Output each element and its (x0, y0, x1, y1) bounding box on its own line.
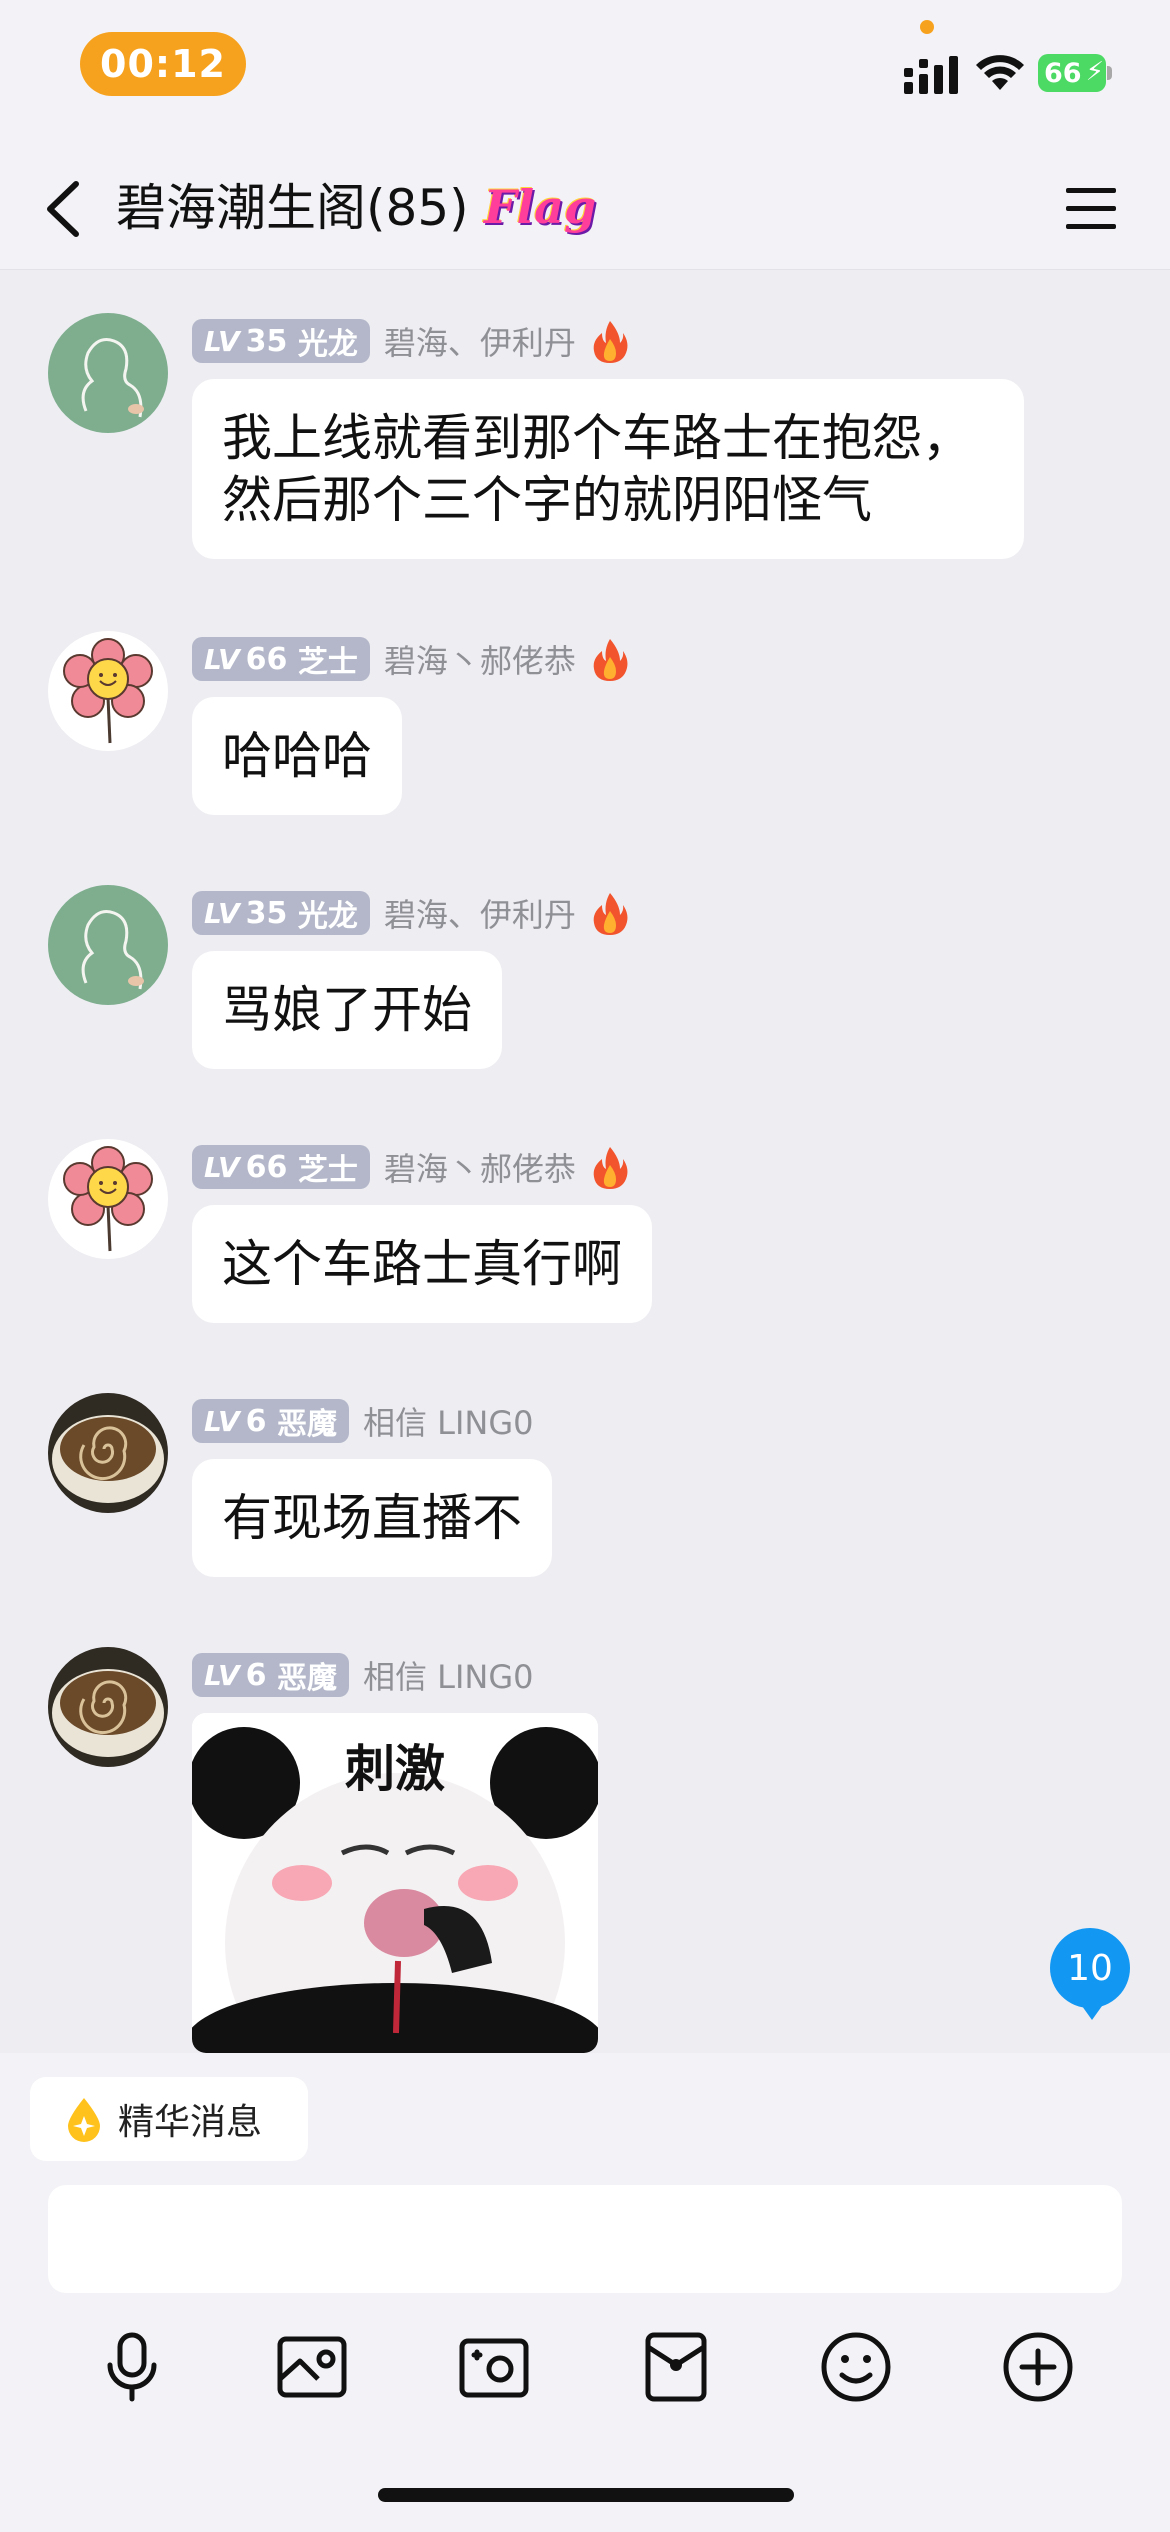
mic-in-use-indicator (920, 20, 934, 34)
fire-icon (593, 893, 628, 935)
level-badge: LV 66 芝士 (192, 637, 370, 681)
status-bar: 00:12 66 ⚡ (0, 0, 1170, 140)
message-text-line: 我上线就看到那个车路士在抱怨， (222, 409, 972, 467)
message-bubble[interactable]: 哈哈哈 (192, 697, 402, 815)
level-number: 35 (245, 323, 288, 359)
message-bubble[interactable]: 这个车路士真行啊 (192, 1205, 652, 1323)
cellular-signal-icon (904, 56, 958, 94)
sticker-image[interactable]: 刺激 (192, 1713, 598, 2053)
coffee-cup-avatar-icon (48, 1647, 168, 1767)
chalk-portrait-avatar-icon (48, 885, 168, 1005)
sender-name[interactable]: 碧海丶郝佬恭 (384, 1144, 576, 1190)
fire-icon (593, 321, 628, 363)
add-icon[interactable] (1000, 2329, 1076, 2405)
home-indicator[interactable] (378, 2488, 794, 2502)
level-number: 35 (245, 895, 288, 931)
camera-icon[interactable] (456, 2329, 532, 2405)
sender-name[interactable]: 碧海丶郝佬恭 (384, 636, 576, 682)
level-prefix: LV (204, 896, 240, 930)
level-title: 恶魔 (276, 1661, 337, 1696)
message-bubble[interactable]: 骂娘了开始 (192, 951, 502, 1069)
level-number: 66 (245, 1149, 288, 1185)
input-panel: 精华消息 (0, 2053, 1170, 2532)
level-prefix: LV (204, 642, 240, 676)
unread-count-badge[interactable]: 10 (1050, 1928, 1130, 2020)
level-prefix: LV (204, 1150, 240, 1184)
chalk-portrait-avatar-icon (48, 313, 168, 433)
message-input[interactable] (48, 2185, 1122, 2293)
level-title: 芝士 (297, 1153, 358, 1188)
level-prefix: LV (204, 1404, 240, 1438)
battery-indicator: 66 ⚡ (1038, 54, 1112, 92)
battery-level: 66 (1044, 57, 1082, 89)
level-badge: LV 35 光龙 (192, 891, 370, 935)
level-badge: LV 6 恶魔 (192, 1399, 349, 1443)
level-number: 6 (245, 1403, 267, 1439)
avatar[interactable] (48, 631, 168, 751)
fire-icon (593, 639, 628, 681)
level-badge: LV 66 芝士 (192, 1145, 370, 1189)
sender-name[interactable]: 相信 LING0 (363, 1652, 534, 1698)
avatar[interactable] (48, 1139, 168, 1259)
message-list[interactable]: LV 35 光龙 碧海、伊利丹 我上线就看到那个车路士在抱怨， 然后那个三个字的… (0, 271, 1170, 2053)
message-bubble[interactable]: 我上线就看到那个车路士在抱怨， 然后那个三个字的就阴阳怪气 (192, 379, 1024, 559)
level-title: 光龙 (297, 899, 358, 934)
sender-meta: LV 66 芝士 碧海丶郝佬恭 (192, 1143, 630, 1191)
essence-label: 精华消息 (118, 2102, 263, 2143)
avatar[interactable] (48, 313, 168, 433)
flame-drop-icon (68, 2098, 100, 2142)
chevron-left-icon[interactable] (40, 178, 86, 240)
sender-meta: LV 66 芝士 碧海丶郝佬恭 (192, 635, 630, 683)
avatar[interactable] (48, 885, 168, 1005)
sender-name[interactable]: 相信 LING0 (363, 1398, 534, 1444)
emoji-icon[interactable] (818, 2329, 894, 2405)
level-prefix: LV (204, 1658, 240, 1692)
sender-name[interactable]: 碧海、伊利丹 (384, 890, 576, 936)
level-prefix: LV (204, 324, 240, 358)
sender-meta: LV 6 恶魔 相信 LING0 (192, 1651, 534, 1699)
red-packet-icon[interactable] (638, 2329, 714, 2405)
chat-header: 碧海潮生阁(85) Flag (0, 140, 1170, 270)
flower-avatar-icon (48, 1139, 168, 1259)
charging-bolt-icon: ⚡ (1085, 57, 1104, 87)
level-title: 恶魔 (276, 1407, 337, 1442)
wifi-icon (976, 55, 1024, 90)
essence-messages-button[interactable]: 精华消息 (30, 2077, 308, 2161)
microphone-icon[interactable] (94, 2329, 170, 2405)
sender-name[interactable]: 碧海、伊利丹 (384, 318, 576, 364)
message-text-line: 然后那个三个字的就阴阳怪气 (222, 471, 872, 529)
group-chat-title[interactable]: 碧海潮生阁(85) (116, 176, 469, 240)
level-badge: LV 35 光龙 (192, 319, 370, 363)
status-time: 00:12 (80, 32, 246, 96)
hamburger-menu-icon[interactable] (1066, 186, 1116, 230)
coffee-cup-avatar-icon (48, 1393, 168, 1513)
message-bubble[interactable]: 有现场直播不 (192, 1459, 552, 1577)
flower-avatar-icon (48, 631, 168, 751)
avatar[interactable] (48, 1393, 168, 1513)
avatar[interactable] (48, 1647, 168, 1767)
sender-meta: LV 35 光龙 碧海、伊利丹 (192, 317, 630, 365)
level-badge: LV 6 恶魔 (192, 1653, 349, 1697)
image-icon[interactable] (274, 2329, 350, 2405)
fire-icon (593, 1147, 628, 1189)
level-number: 66 (245, 641, 288, 677)
level-number: 6 (245, 1657, 267, 1693)
sender-meta: LV 35 光龙 碧海、伊利丹 (192, 889, 630, 937)
sender-meta: LV 6 恶魔 相信 LING0 (192, 1397, 534, 1445)
level-title: 芝士 (297, 645, 358, 680)
sticker-caption: 刺激 (345, 1740, 445, 1798)
flag-badge: Flag (484, 180, 597, 234)
level-title: 光龙 (297, 327, 358, 362)
